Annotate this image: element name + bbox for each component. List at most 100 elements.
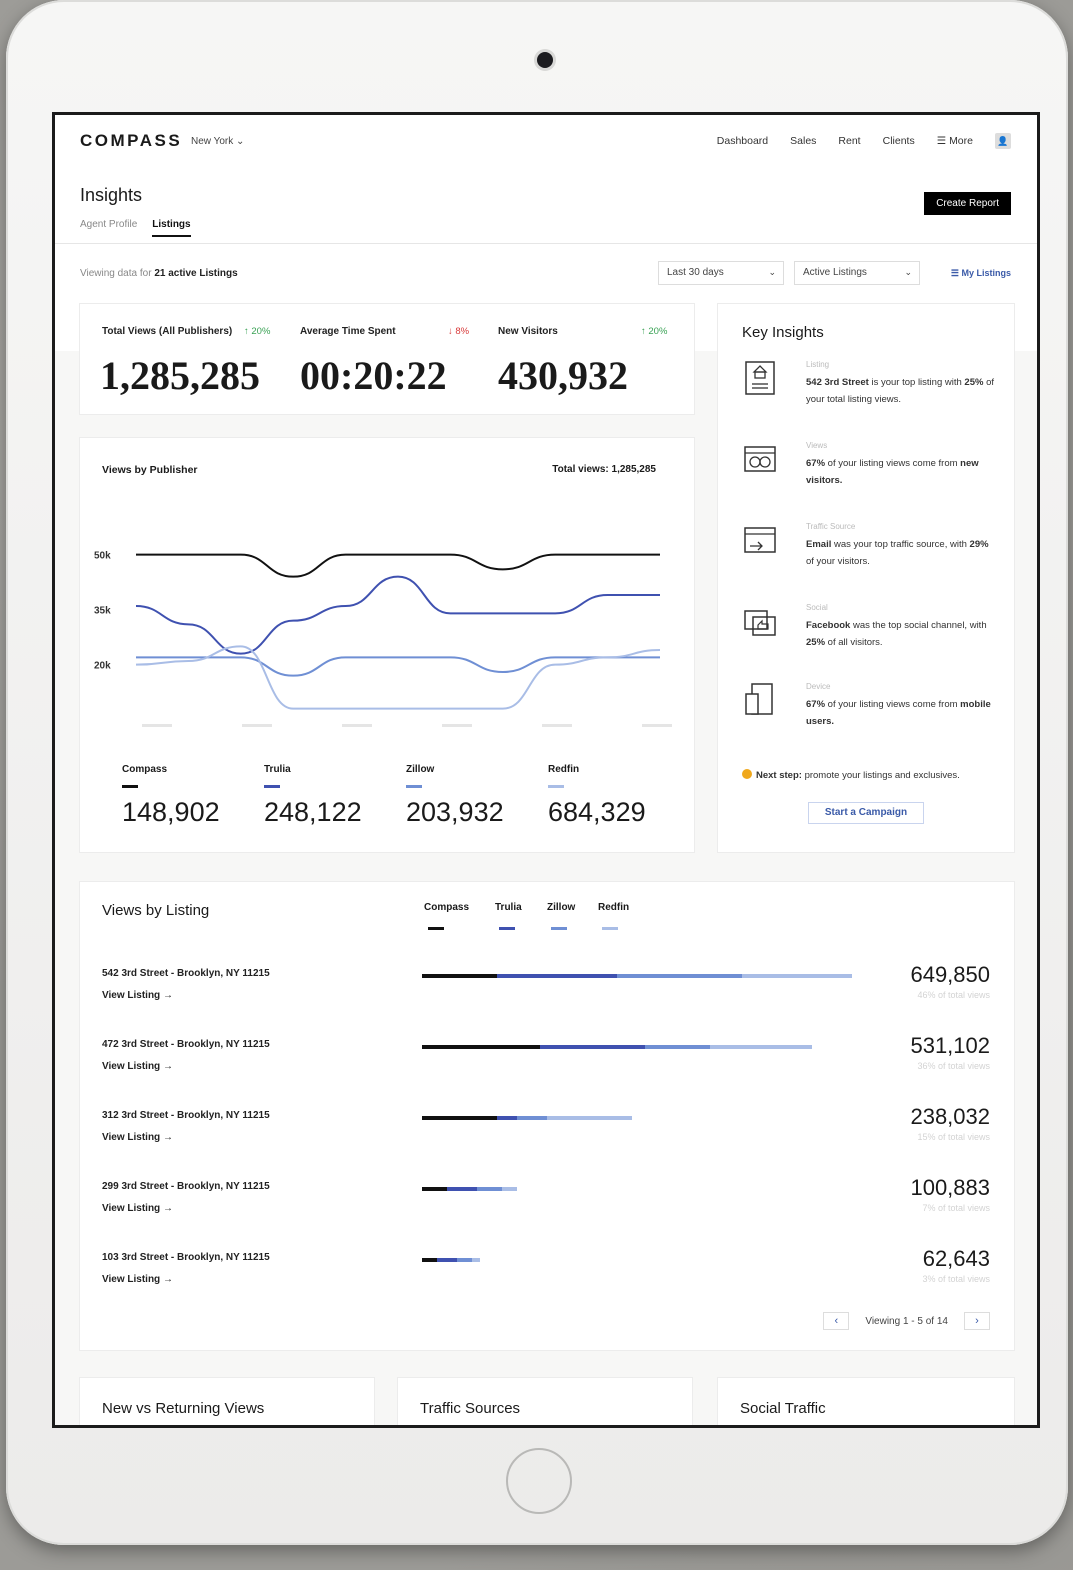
new-vs-returning-card[interactable]: New vs Returning Views [79,1377,375,1425]
insight-highlight: 29% [969,539,989,550]
views-icon [744,446,776,472]
tab-listings[interactable]: Listings [152,219,191,237]
bar-segment-compass [422,1116,497,1120]
insight-body: of your visitors. [806,556,870,567]
divider [55,243,1037,244]
legend-redfin: Redfin [598,902,629,930]
insight-body: of your listing views come from [825,699,961,710]
listing-stacked-bar [422,1045,812,1049]
listing-views-pct: 7% of total views [922,1203,990,1213]
device-icon [745,683,773,715]
view-listing-link[interactable]: View Listing → [102,1132,173,1143]
bar-segment-redfin [742,974,852,978]
bar-segment-zillow [457,1258,472,1262]
key-insights-card: Key Insights Listing 542 3rd Street is y… [717,303,1015,853]
bar-segment-trulia [447,1187,477,1191]
viewing-summary: Viewing data for 21 active Listings [80,268,238,279]
listing-stacked-bar [422,1187,517,1191]
insight-body: is your top listing with [868,377,965,388]
legend-name: Trulia [264,764,291,775]
chart-title: Views by Publisher [102,464,198,476]
nav-dashboard[interactable]: Dashboard [717,135,768,147]
user-icon[interactable]: 👤 [995,133,1011,149]
nav-rent[interactable]: Rent [838,135,860,147]
insight-text: Facebook was the top social channel, wit… [806,617,996,651]
next-page-button[interactable]: › [964,1312,990,1330]
legend-compass: Compass [424,902,469,930]
view-listing-link[interactable]: View Listing → [102,1061,173,1072]
bar-segment-zillow [517,1116,547,1120]
start-campaign-button[interactable]: Start a Campaign [808,802,924,824]
tab-agent-profile[interactable]: Agent Profile [80,219,137,237]
x-tick-placeholder [342,724,372,727]
listing-address: 472 3rd Street - Brooklyn, NY 11215 [102,1039,270,1050]
legend-name: Redfin [598,902,630,913]
x-tick-placeholder [242,724,272,727]
my-listings-link[interactable]: ☰ My Listings [951,268,1011,279]
legend-name: Redfin [548,764,580,775]
insight-body: of all visitors. [825,637,883,648]
legend-name: Compass [424,902,470,913]
home-button[interactable] [506,1448,572,1514]
y-tick-label: 35k [94,606,111,617]
create-report-button[interactable]: Create Report [924,192,1011,215]
page-tabs: Agent Profile Listings [80,219,191,237]
nav-more[interactable]: ☰ More [937,135,973,147]
info-icon [742,769,752,779]
nav-clients[interactable]: Clients [883,135,915,147]
traffic-sources-card[interactable]: Traffic Sources [397,1377,693,1425]
legend-zillow: Zillow [547,902,575,930]
compass-logo[interactable]: COMPASS [80,131,182,151]
listing-filter-select[interactable]: Active Listings ⌄ [794,261,920,285]
city-selector[interactable]: New York ⌄ [191,136,244,147]
insight-text: 67% of your listing views come from new … [806,455,996,489]
stats-card: Total Views (All Publishers) ↑ 20% 1,285… [79,303,695,415]
listing-stacked-bar [422,1258,480,1262]
insight-item: Views 67% of your listing views come fro… [744,441,1004,503]
bar-segment-redfin [710,1045,812,1049]
prev-page-button[interactable]: ‹ [823,1312,850,1330]
listing-views-value: 531,102 [910,1033,990,1058]
insight-text: 67% of your listing views come from mobi… [806,696,996,730]
view-listing-link[interactable]: View Listing → [102,1203,173,1214]
views-by-publisher-card: Views by Publisher Total views: 1,285,28… [79,437,695,853]
legend-name: Zillow [547,902,576,913]
bar-segment-compass [422,974,497,978]
stat-value: 1,285,285 [100,353,260,398]
x-tick-placeholder [442,724,472,727]
legend-swatch [428,927,444,930]
stat-delta: ↑ 20% [244,326,271,337]
x-tick-placeholder [642,724,672,727]
date-range-select[interactable]: Last 30 days ⌄ [658,261,784,285]
legend-swatch [499,927,515,930]
legend-value: 203,932 [406,797,504,827]
insight-body: was the top social channel, with [850,620,987,631]
x-tick-placeholder [542,724,572,727]
legend-trulia: Trulia [495,902,522,930]
social-traffic-card[interactable]: Social Traffic [717,1377,1015,1425]
listing-views-value: 238,032 [910,1104,990,1129]
insight-category: Listing [806,360,830,369]
listing-address: 312 3rd Street - Brooklyn, NY 11215 [102,1110,270,1121]
stat-delta: ↓ 8% [448,326,470,337]
view-listing-link[interactable]: View Listing → [102,1274,173,1285]
viewing-count: 21 active Listings [154,268,238,279]
insight-highlight: 67% [806,458,826,469]
key-insights-title: Key Insights [742,324,824,341]
listing-address: 542 3rd Street - Brooklyn, NY 11215 [102,968,270,979]
city-label: New York [191,136,234,147]
nav-sales[interactable]: Sales [790,135,816,147]
bar-segment-zillow [477,1187,502,1191]
view-listing-link[interactable]: View Listing → [102,990,173,1001]
bar-segment-trulia [497,1116,517,1120]
bar-segment-compass [422,1258,437,1262]
stat-value: 430,932 [498,353,628,398]
traffic-source-icon [744,527,776,553]
next-step-label: Next step: [756,770,802,781]
listing-filter-value: Active Listings [803,267,867,278]
insight-item: Device 67% of your listing views come fr… [744,682,1004,744]
stat-label: Average Time Spent [300,326,396,337]
bar-segment-trulia [497,974,617,978]
stat-value: 00:20:22 [300,353,447,398]
card-title: Social Traffic [740,1400,826,1417]
